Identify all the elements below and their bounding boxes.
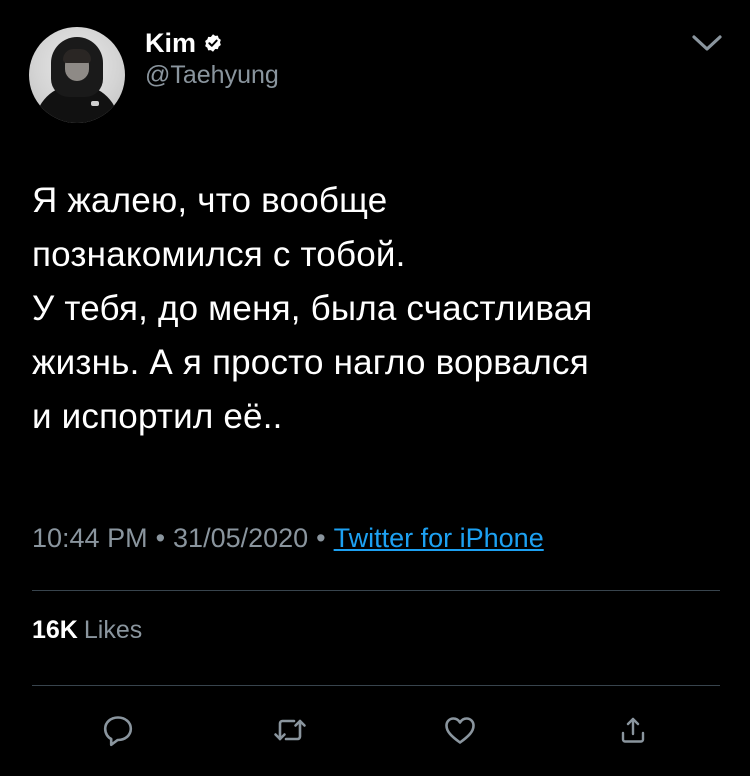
reply-icon [103,716,133,747]
likes-stat[interactable]: 16K Likes [32,614,142,646]
action-bar [0,706,750,754]
verified-badge-icon [205,34,221,52]
tweet-detail: Kim @Taehyung Я жалею, что вообще познак… [0,0,750,776]
meta-separator: • [316,523,326,553]
share-icon [621,717,645,743]
tweet-source-link[interactable]: Twitter for iPhone [334,523,544,553]
author-name-row[interactable]: Kim [145,28,223,58]
tweet-text: Я жалею, что вообще познакомился с тобой… [32,181,593,436]
avatar[interactable] [29,27,125,123]
retweet-icon [274,719,306,741]
chevron-down-icon[interactable] [690,33,724,53]
divider [32,685,720,686]
share-button[interactable] [609,706,657,754]
retweet-button[interactable] [266,706,314,754]
display-name[interactable]: Kim [145,28,196,58]
likes-count: 16K [32,616,78,644]
user-handle[interactable]: @Taehyung [145,60,279,90]
likes-label: Likes [83,616,143,644]
meta-separator: • [155,523,166,553]
reply-button[interactable] [94,706,142,754]
tweet-date: 31/05/2020 [173,523,309,553]
tweet-time: 10:44 PM [32,523,148,553]
tweet-meta: 10:44 PM • 31/05/2020 • Twitter for iPhone [32,521,544,555]
divider [32,590,720,591]
avatar-hair-shape [63,49,91,63]
avatar-logo-shape [91,101,99,106]
like-button[interactable] [436,706,484,754]
heart-icon [445,717,475,744]
